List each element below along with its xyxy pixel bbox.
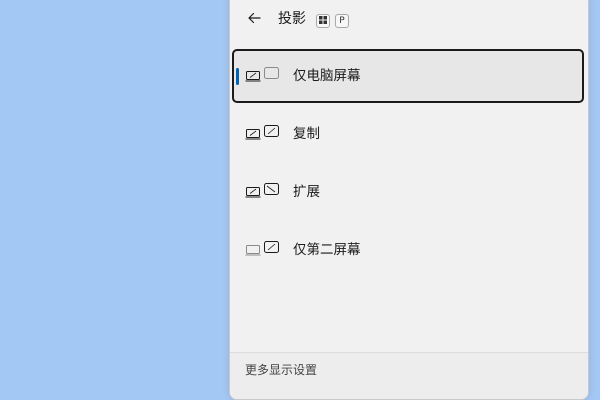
selected-indicator — [236, 68, 239, 85]
page-title: 投影 — [278, 11, 306, 27]
extend-icon — [245, 182, 281, 200]
flyout-footer: 更多显示设置 — [230, 352, 588, 399]
desktop-background: 投影 P 仅电脑屏幕 复制 扩展 仅第二屏幕 更多显示设置 — [0, 0, 600, 400]
second-screen-only-icon — [245, 240, 281, 258]
option-extend[interactable]: 扩展 — [232, 165, 584, 219]
option-duplicate[interactable]: 复制 — [232, 107, 584, 161]
option-label: 复制 — [293, 126, 320, 142]
shortcut-key-win — [316, 14, 330, 28]
more-display-settings-link[interactable]: 更多显示设置 — [245, 358, 317, 382]
duplicate-icon — [245, 124, 281, 142]
windows-logo-icon — [319, 15, 327, 27]
option-label: 仅电脑屏幕 — [293, 68, 361, 84]
shortcut-key-p: P — [335, 14, 349, 28]
option-pc-screen-only[interactable]: 仅电脑屏幕 — [232, 49, 584, 103]
option-label: 仅第二屏幕 — [293, 242, 361, 258]
option-second-screen-only[interactable]: 仅第二屏幕 — [232, 223, 584, 277]
pc-screen-only-icon — [245, 66, 281, 84]
back-arrow-icon — [247, 10, 261, 29]
flyout-header: 投影 P — [230, 1, 588, 45]
back-button[interactable] — [240, 5, 268, 33]
project-flyout: 投影 P 仅电脑屏幕 复制 扩展 仅第二屏幕 更多显示设置 — [229, 0, 589, 400]
option-label: 扩展 — [293, 184, 320, 200]
